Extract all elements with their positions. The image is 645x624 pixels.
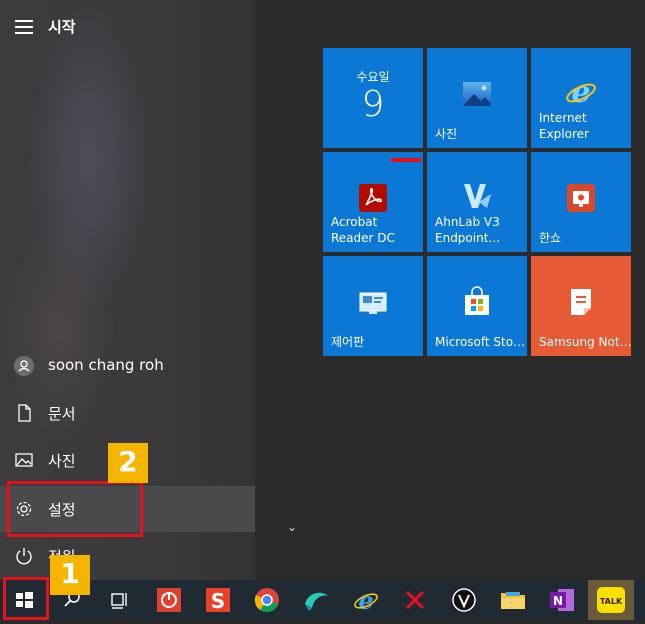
start-button-highlight-box bbox=[3, 577, 49, 620]
control-panel-icon bbox=[357, 288, 389, 320]
kakaotalk-button[interactable]: TALK bbox=[588, 580, 634, 620]
nav-label: 사진 bbox=[48, 452, 76, 470]
tile-photos[interactable]: 사진 bbox=[427, 48, 527, 148]
taskbar: S e N TALK bbox=[0, 580, 645, 620]
acrobat-icon bbox=[357, 182, 389, 214]
calendar-date: 9 bbox=[361, 84, 385, 125]
file-explorer-icon[interactable] bbox=[497, 584, 529, 616]
chevron-down-icon[interactable]: ⌄ bbox=[287, 520, 297, 534]
tile-label: AhnLab V3 Endpoint… bbox=[435, 215, 501, 245]
user-name: soon chang roh bbox=[48, 356, 164, 374]
ie-icon: e bbox=[565, 75, 597, 110]
tile-label: 한쇼 bbox=[539, 231, 562, 245]
red-x-app-icon[interactable] bbox=[399, 584, 431, 616]
photos-icon bbox=[461, 78, 493, 110]
step-badge-1: 1 bbox=[50, 555, 90, 595]
calendar-day: 수요일 bbox=[356, 70, 390, 84]
tile-samsung-notes[interactable]: Samsung Not… bbox=[531, 256, 631, 356]
start-title: 시작 bbox=[48, 18, 76, 36]
tile-acrobat-reader[interactable]: Acrobat Reader DC bbox=[323, 152, 423, 252]
task-view-icon[interactable] bbox=[103, 584, 135, 616]
red-mark bbox=[391, 158, 421, 162]
document-icon bbox=[14, 403, 34, 423]
avatar bbox=[14, 356, 34, 376]
svg-text:e: e bbox=[358, 586, 373, 615]
power-icon bbox=[14, 546, 34, 566]
onenote-icon[interactable]: N bbox=[546, 584, 578, 616]
tile-label: 사진 bbox=[435, 127, 458, 141]
svg-text:TALK: TALK bbox=[600, 597, 623, 606]
tile-label: Internet Explorer bbox=[539, 110, 589, 142]
hamburger-menu-icon[interactable] bbox=[15, 20, 33, 34]
tile-ahnlab-v3[interactable]: AhnLab V3 Endpoint… bbox=[427, 152, 527, 252]
tile-internet-explorer[interactable]: e Internet Explorer bbox=[531, 48, 631, 148]
ie-taskbar-icon[interactable]: e bbox=[350, 584, 382, 616]
svg-text:e: e bbox=[571, 76, 590, 108]
tile-control-panel[interactable]: 제어판 bbox=[323, 256, 423, 356]
calendar-tile[interactable]: 수요일 9 bbox=[323, 48, 423, 148]
step-badge-2: 2 bbox=[108, 443, 148, 483]
svg-text:S: S bbox=[211, 589, 225, 613]
v-app-icon[interactable] bbox=[448, 584, 480, 616]
tile-hanshow[interactable]: 한쇼 bbox=[531, 152, 631, 252]
tile-label: Samsung Not… bbox=[539, 335, 631, 349]
ahnlab-icon bbox=[461, 180, 493, 212]
tile-label: Microsoft Sto… bbox=[435, 335, 526, 349]
s-app-icon[interactable]: S bbox=[202, 584, 234, 616]
settings-highlight-box bbox=[7, 481, 143, 537]
nav-item-power[interactable]: 전원 bbox=[0, 533, 255, 579]
picture-icon bbox=[14, 450, 34, 470]
nav-item-documents[interactable]: 문서 bbox=[0, 390, 255, 436]
tile-label: 제어판 bbox=[331, 335, 365, 349]
svg-text:N: N bbox=[553, 594, 563, 608]
tile-microsoft-store[interactable]: Microsoft Sto… bbox=[427, 256, 527, 356]
store-icon bbox=[461, 286, 493, 318]
tile-label: Acrobat Reader DC bbox=[331, 215, 395, 245]
chrome-icon[interactable] bbox=[251, 584, 283, 616]
samsung-notes-icon bbox=[565, 286, 597, 318]
tile-label-text: Internet Explorer bbox=[539, 111, 589, 141]
hanshow-icon bbox=[565, 182, 597, 214]
nav-label: 문서 bbox=[48, 405, 76, 423]
user-account-item[interactable]: soon chang roh bbox=[0, 343, 255, 389]
red-power-app-icon[interactable] bbox=[153, 584, 185, 616]
messenger-app-icon[interactable] bbox=[300, 584, 332, 616]
